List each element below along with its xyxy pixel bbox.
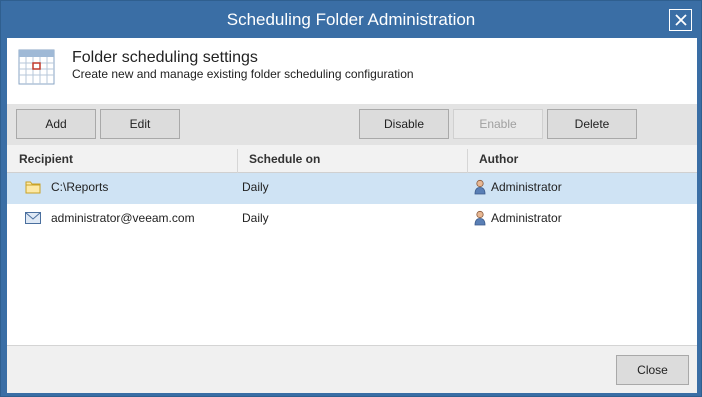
author-cell: Administrator xyxy=(491,211,562,225)
edit-button[interactable]: Edit xyxy=(100,109,180,139)
enable-button[interactable]: Enable xyxy=(453,109,543,139)
recipient-cell: administrator@veeam.com xyxy=(51,211,195,225)
header-panel: Folder scheduling settings Create new an… xyxy=(7,38,697,104)
author-cell: Administrator xyxy=(491,180,562,194)
header-subtitle: Create new and manage existing folder sc… xyxy=(72,67,414,81)
add-button[interactable]: Add xyxy=(16,109,96,139)
close-window-button[interactable] xyxy=(669,9,692,31)
table-row[interactable]: C:\Reports Daily Administrator xyxy=(7,173,697,204)
column-header-schedule[interactable]: Schedule on xyxy=(237,145,467,173)
dialog-content: Folder scheduling settings Create new an… xyxy=(7,38,697,393)
user-icon xyxy=(474,179,486,195)
close-icon xyxy=(674,14,687,26)
column-header-author[interactable]: Author xyxy=(467,145,697,173)
schedule-cell: Daily xyxy=(242,211,269,225)
schedule-cell: Daily xyxy=(242,180,269,194)
mail-icon xyxy=(25,212,41,224)
footer-panel: Close xyxy=(7,345,697,393)
calendar-icon xyxy=(18,49,55,85)
grid-header: Recipient Schedule on Author xyxy=(7,145,697,173)
table-row[interactable]: administrator@veeam.com Daily Administra… xyxy=(7,204,697,235)
window-title: Scheduling Folder Administration xyxy=(226,10,476,29)
title-bar[interactable]: Scheduling Folder Administration xyxy=(1,1,701,38)
delete-button[interactable]: Delete xyxy=(547,109,637,139)
disable-button[interactable]: Disable xyxy=(359,109,449,139)
toolbar: Add Edit Disable Enable Delete xyxy=(7,104,697,145)
user-icon xyxy=(474,210,486,226)
header-title: Folder scheduling settings xyxy=(72,49,258,66)
recipient-cell: C:\Reports xyxy=(51,180,109,194)
close-button[interactable]: Close xyxy=(616,355,689,385)
folder-icon xyxy=(25,181,41,194)
dialog-window: Scheduling Folder Administration Folder … xyxy=(0,0,702,397)
column-header-recipient[interactable]: Recipient xyxy=(7,145,237,173)
